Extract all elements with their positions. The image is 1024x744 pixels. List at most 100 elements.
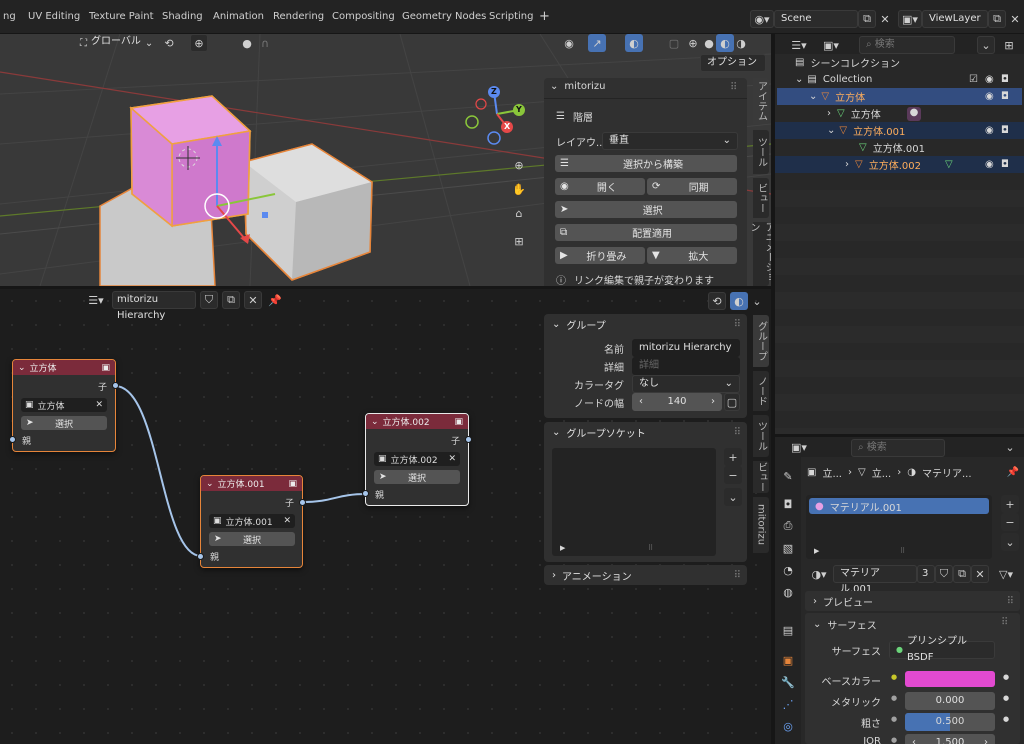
socket-menu-icon[interactable]: ⌄ bbox=[724, 488, 742, 506]
value-socket-icon[interactable]: ● bbox=[891, 736, 897, 744]
options-dropdown[interactable]: オプション ⌄ bbox=[700, 54, 766, 84]
view-layer-selector[interactable]: ▣▾ bbox=[898, 10, 922, 28]
proportional-edit-icon[interactable]: ● bbox=[238, 34, 256, 52]
resize-grip-icon[interactable]: ⠿ bbox=[900, 547, 905, 555]
gizmo-z-label[interactable]: Z bbox=[491, 87, 497, 96]
value-socket-icon[interactable]: ● bbox=[891, 694, 897, 702]
panel-header[interactable]: ⌄ mitorizu bbox=[550, 81, 605, 92]
node-header[interactable]: ⌄ 立方体.002 ▣ bbox=[366, 414, 468, 429]
camera-icon[interactable]: ◘ bbox=[1001, 74, 1009, 85]
outliner-row-collection[interactable]: ⌄ ▤ Collection ☑ ◉ ◘ bbox=[775, 71, 1024, 88]
output-socket[interactable] bbox=[112, 382, 119, 389]
physics-tab-icon[interactable]: ◎ bbox=[779, 717, 797, 735]
roughness-slider[interactable]: 0.500 bbox=[905, 713, 995, 731]
object-tab-icon[interactable]: ▣ bbox=[779, 651, 797, 669]
outliner-row-cube-001[interactable]: ⌄ ▽ 立方体.001 ◉ ◘ bbox=[775, 122, 1024, 139]
node-editor[interactable]: ☰▾ mitorizu Hierarchy ⛉ ⧉ ✕ 📌 ⟲ ◐ ⌄ ⌄ 立方体… bbox=[0, 289, 771, 744]
keyframe-dot-icon[interactable]: ● bbox=[1003, 673, 1009, 681]
drag-handle-icon[interactable]: ⠿ bbox=[734, 319, 741, 330]
node-header[interactable]: ⌄ 立方体 ▣ bbox=[13, 360, 115, 375]
surface-shader-field[interactable]: ● プリンシプルBSDF bbox=[889, 636, 995, 663]
drag-handle-icon[interactable]: ⠿ bbox=[734, 427, 741, 438]
options-icon[interactable]: ⌄ bbox=[1001, 438, 1019, 456]
new-scene-button[interactable]: ⧉ bbox=[858, 10, 876, 28]
tab-node[interactable]: ノード bbox=[753, 371, 769, 411]
eye-icon[interactable]: ◉ bbox=[985, 74, 994, 85]
sockets-panel-header[interactable]: ⌄ グループソケット ⠿ bbox=[544, 422, 747, 442]
metallic-slider[interactable]: 0.000 bbox=[905, 692, 995, 710]
user-count-badge[interactable]: 3 bbox=[917, 565, 935, 583]
tab-view[interactable]: ビュー bbox=[753, 461, 769, 493]
object-field[interactable]: ▣ 立方体.002 ✕ bbox=[374, 452, 460, 466]
tab-group[interactable]: グループ bbox=[753, 315, 769, 367]
group-name-input[interactable]: mitorizu Hierarchy bbox=[632, 339, 740, 357]
filter-icon[interactable]: ⌄ bbox=[977, 36, 995, 54]
input-socket[interactable] bbox=[362, 490, 369, 497]
outliner-row-scene-collection[interactable]: ▤ シーンコレクション bbox=[775, 54, 1024, 71]
camera-icon[interactable]: ◘ bbox=[1001, 159, 1009, 170]
camera-icon[interactable]: ⌂ bbox=[510, 204, 528, 222]
input-socket[interactable] bbox=[9, 436, 16, 443]
add-slot-button[interactable]: + bbox=[1001, 495, 1019, 513]
eye-icon[interactable]: ◉ bbox=[985, 91, 994, 102]
overlay-toggle-icon[interactable]: ◐ bbox=[625, 34, 643, 52]
resize-grip-icon[interactable]: ⠿ bbox=[648, 544, 653, 552]
node-select-button[interactable]: ➤ 選択 bbox=[209, 532, 295, 546]
group-panel-header[interactable]: ⌄ グループ ⠿ bbox=[544, 314, 747, 334]
eye-icon[interactable]: ◉ bbox=[985, 125, 994, 136]
delete-scene-button[interactable]: ✕ bbox=[876, 10, 894, 28]
tab-modeling[interactable]: ng bbox=[0, 7, 23, 27]
fake-user-shield-icon[interactable]: ⛉ bbox=[935, 565, 953, 583]
keyframe-dot-icon[interactable]: ● bbox=[1003, 694, 1009, 702]
input-socket[interactable] bbox=[197, 553, 204, 560]
link-mode-icon[interactable]: ▽▾ bbox=[993, 565, 1019, 583]
output-tab-icon[interactable]: ⎙ bbox=[779, 517, 797, 535]
color-socket-icon[interactable]: ● bbox=[891, 673, 897, 681]
scene-selector[interactable]: ◉▾ bbox=[750, 10, 774, 28]
tab-rendering[interactable]: Rendering bbox=[266, 7, 331, 27]
tab-uv-editing[interactable]: UV Editing bbox=[21, 7, 87, 27]
drag-handle-icon[interactable]: ⠿ bbox=[734, 570, 741, 581]
outliner-row-cube-001-mesh[interactable]: ▽ 立方体.001 bbox=[775, 139, 1024, 156]
unlink-material-icon[interactable]: ✕ bbox=[971, 565, 989, 583]
gizmo-toggle-icon[interactable]: ↗ bbox=[588, 34, 606, 52]
drag-handle-icon[interactable]: ⠿ bbox=[1001, 617, 1008, 628]
display-mode-icon[interactable]: ☰▾ bbox=[787, 36, 811, 54]
open-button[interactable]: ◉ 開く bbox=[555, 178, 645, 195]
slot-menu-icon[interactable]: ⌄ bbox=[1001, 533, 1019, 551]
node-select-button[interactable]: ➤ 選択 bbox=[21, 416, 107, 430]
editor-type-icon[interactable]: ▣▾ bbox=[787, 438, 811, 456]
remove-slot-button[interactable]: − bbox=[1001, 513, 1019, 531]
world-tab-icon[interactable]: ◍ bbox=[779, 583, 797, 601]
pin-icon[interactable]: 📌 bbox=[1007, 467, 1019, 478]
material-name-field[interactable]: マテリアル.001 bbox=[833, 565, 917, 595]
transform-orientation-dropdown[interactable]: グローバル bbox=[91, 34, 141, 52]
view-layer-name-field[interactable]: ViewLayer bbox=[922, 10, 988, 28]
expand-button[interactable]: ▼ 拡大 bbox=[647, 247, 737, 264]
base-color-swatch[interactable] bbox=[905, 671, 995, 687]
falloff-icon[interactable]: ∩ bbox=[256, 34, 274, 52]
tab-tool[interactable]: ツール bbox=[753, 415, 769, 457]
layout-dropdown[interactable]: 垂直 ⌄ bbox=[602, 132, 738, 150]
node-cube[interactable]: ⌄ 立方体 ▣ 子 ▣ 立方体 ✕ ➤ 選択 親 bbox=[9, 359, 119, 452]
chevron-right-icon[interactable]: › bbox=[711, 394, 715, 410]
browse-material-icon[interactable]: ◑▾ bbox=[807, 565, 831, 583]
node-select-button[interactable]: ➤ 選択 bbox=[374, 470, 460, 484]
xray-icon[interactable]: ▢ bbox=[665, 34, 683, 52]
checkbox-icon[interactable]: ☑ bbox=[969, 74, 978, 85]
object-field[interactable]: ▣ 立方体 ✕ bbox=[21, 398, 107, 412]
remove-socket-button[interactable]: − bbox=[724, 466, 742, 484]
output-socket[interactable] bbox=[299, 499, 306, 506]
drag-handle-icon[interactable]: ⠿ bbox=[1007, 596, 1014, 607]
snap-icon[interactable]: ⊕ bbox=[190, 34, 208, 52]
select-button[interactable]: ➤ 選択 bbox=[555, 201, 737, 218]
tab-animation[interactable]: Animation bbox=[206, 7, 271, 27]
surface-panel-header[interactable]: ⌄ サーフェス bbox=[813, 615, 877, 633]
sync-button[interactable]: ⟳ 同期 bbox=[647, 178, 737, 195]
value-socket-icon[interactable]: ● bbox=[891, 715, 897, 723]
close-icon[interactable]: ✕ bbox=[448, 454, 456, 464]
chevron-left-icon[interactable]: ‹ bbox=[639, 394, 643, 410]
render-tab-icon[interactable]: ◘ bbox=[779, 495, 797, 513]
add-workspace-button[interactable]: + bbox=[532, 7, 557, 27]
chevron-left-icon[interactable]: ‹ bbox=[912, 735, 916, 744]
